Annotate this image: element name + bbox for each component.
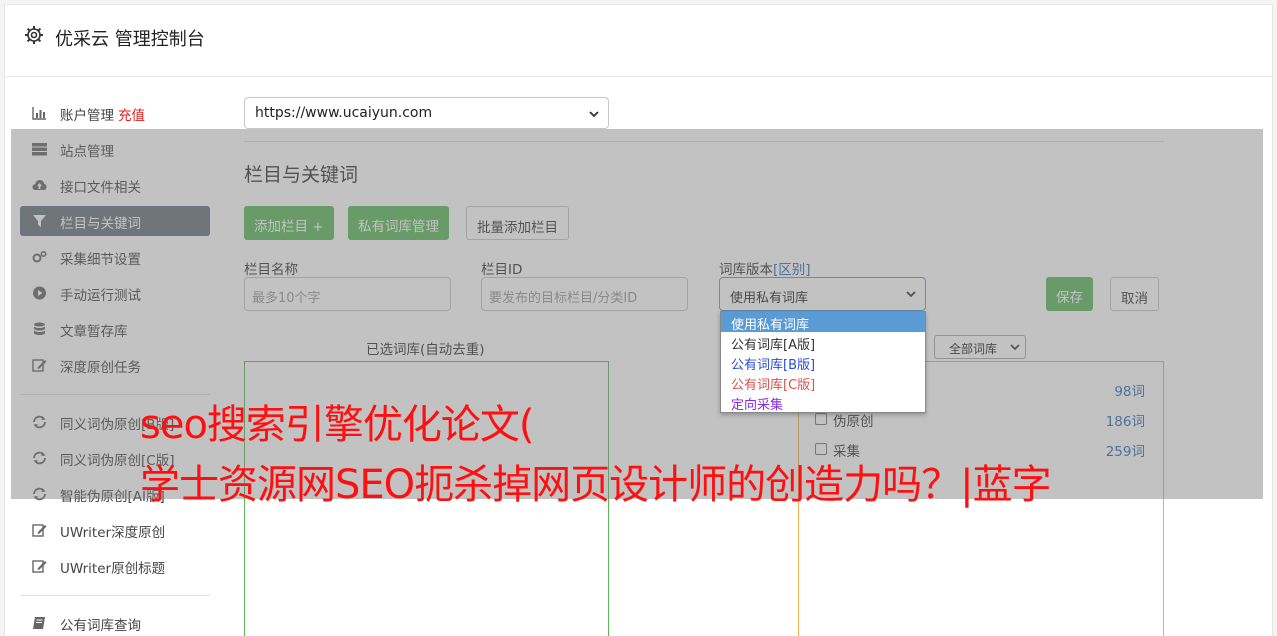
sidebar-item-label: UWriter深度原创: [60, 525, 166, 541]
headline-line-1: seo搜索引擎优化论文(: [140, 402, 535, 448]
sidebar-divider: [20, 595, 210, 596]
dropdown-option[interactable]: 使用私有词库: [721, 312, 925, 333]
sidebar-item-label: 公有词库查询: [60, 618, 141, 634]
dropdown-option[interactable]: 公有词库[C版]: [721, 372, 925, 393]
sidebar-item-uwriter-deep[interactable]: UWriter深度原创: [20, 515, 210, 545]
book-icon: [33, 617, 45, 629]
dropdown-option[interactable]: 定向采集: [721, 392, 925, 413]
bar-chart-icon: [32, 107, 46, 120]
sidebar-item-label: UWriter原创标题: [60, 561, 166, 577]
sidebar-item-uwriter-title[interactable]: UWriter原创标题: [20, 551, 210, 581]
sidebar-item-account[interactable]: 账户管理 充值: [20, 98, 210, 128]
dropdown-option[interactable]: 公有词库[B版]: [721, 352, 925, 373]
top-bar: 优采云 管理控制台: [5, 5, 1272, 77]
edit-icon: [32, 524, 47, 537]
sidebar-item-public-lib[interactable]: 公有词库查询: [20, 608, 210, 636]
site-select[interactable]: https://www.ucaiyun.com: [244, 97, 609, 129]
gear-icon: [25, 26, 43, 44]
app-title: 优采云 管理控制台: [55, 29, 205, 50]
recharge-link[interactable]: 充值: [118, 108, 145, 124]
headline-line-2: 学士资源网SEO扼杀掉网页设计师的创造力吗？|蓝字: [140, 462, 1052, 508]
chevron-down-icon: [589, 111, 599, 118]
edit-icon: [32, 560, 47, 573]
lib-version-dropdown[interactable]: 使用私有词库 公有词库[A版] 公有词库[B版] 公有词库[C版] 定向采集: [720, 311, 926, 413]
sidebar-item-label: 账户管理: [60, 108, 114, 124]
dropdown-option[interactable]: 公有词库[A版]: [721, 332, 925, 353]
site-select-value: https://www.ucaiyun.com: [255, 105, 433, 121]
